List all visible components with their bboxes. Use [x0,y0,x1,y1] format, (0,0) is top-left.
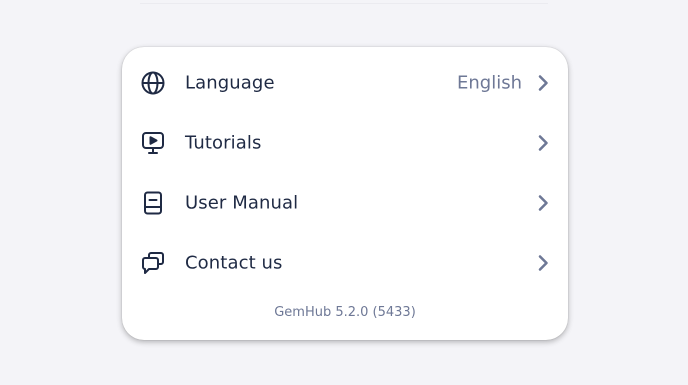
settings-row-contact-us[interactable]: Contact us [122,233,568,293]
settings-row-tutorials[interactable]: Tutorials [122,113,568,173]
chat-bubbles-icon [139,249,167,277]
app-version-label: GemHub 5.2.0 (5433) [274,305,416,320]
settings-row-label: User Manual [185,192,299,214]
chevron-right-icon [538,255,548,271]
settings-card: Language English Tutorials User Manual C… [122,47,568,340]
settings-row-user-manual[interactable]: User Manual [122,173,568,233]
globe-icon [139,69,167,97]
chevron-right-icon [538,135,548,151]
settings-row-label: Tutorials [185,132,262,154]
manual-book-icon [139,189,167,217]
play-screen-icon [139,129,167,157]
settings-row-label: Contact us [185,252,283,274]
language-value: English [457,72,522,94]
settings-row-label: Language [185,72,275,94]
chevron-right-icon [538,195,548,211]
settings-row-language[interactable]: Language English [122,53,568,113]
top-divider [140,3,548,4]
chevron-right-icon [538,75,548,91]
